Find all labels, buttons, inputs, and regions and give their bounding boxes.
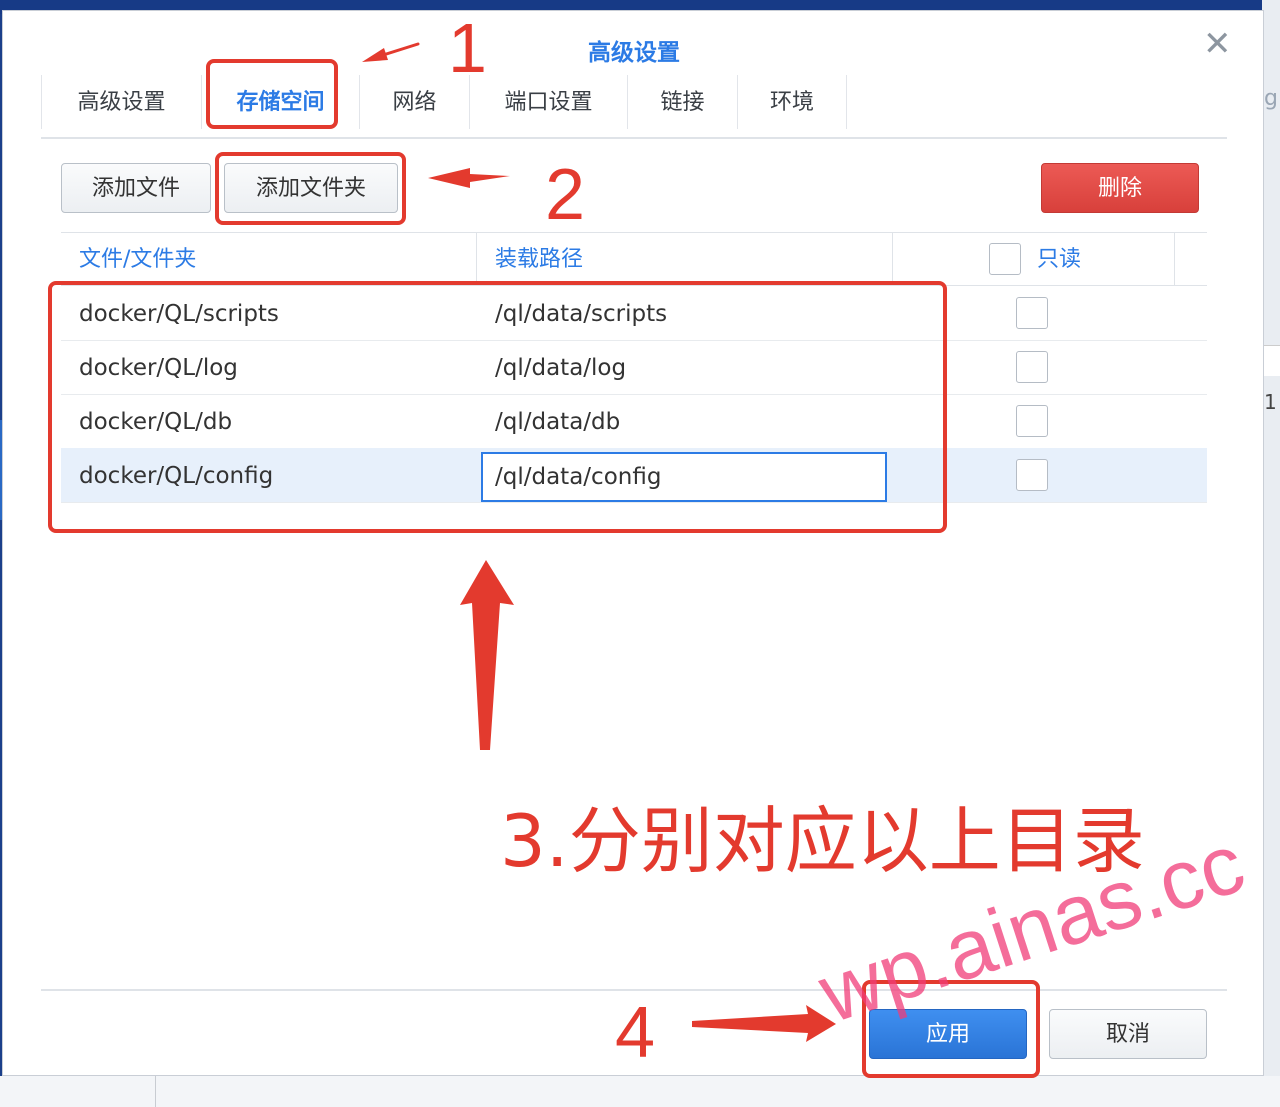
cancel-button[interactable]: 取消 bbox=[1049, 1009, 1207, 1059]
footer-divider bbox=[41, 989, 1227, 991]
column-readonly[interactable]: 只读 bbox=[893, 233, 1175, 285]
annotation-box-add-folder bbox=[215, 152, 406, 225]
dialog-title: 高级设置 bbox=[588, 40, 680, 66]
tab-links[interactable]: 链接 bbox=[627, 75, 737, 129]
readonly-checkbox[interactable] bbox=[1016, 297, 1048, 329]
tab-advanced[interactable]: 高级设置 bbox=[41, 75, 201, 129]
column-file[interactable]: 文件/文件夹 bbox=[61, 233, 477, 285]
background-glyph: g bbox=[1264, 86, 1278, 111]
background-number: 1 bbox=[1264, 390, 1277, 414]
background-window-edge: g 1 bbox=[1262, 0, 1280, 1107]
close-icon[interactable]: ✕ bbox=[1203, 27, 1232, 61]
table-header: 文件/文件夹 装载路径 只读 bbox=[61, 232, 1207, 286]
readonly-checkbox[interactable] bbox=[1016, 351, 1048, 383]
tabs-divider bbox=[41, 137, 1227, 139]
add-file-button[interactable]: 添加文件 bbox=[61, 163, 211, 213]
background-bottom bbox=[0, 1076, 1280, 1107]
readonly-checkbox[interactable] bbox=[1016, 459, 1048, 491]
tab-environment[interactable]: 环境 bbox=[737, 75, 847, 129]
column-readonly-label: 只读 bbox=[1037, 247, 1082, 272]
background-panel bbox=[1262, 345, 1280, 376]
annotation-number-1: 1 bbox=[448, 9, 487, 87]
annotation-number-4: 4 bbox=[615, 993, 656, 1073]
annotation-box-storage-tab bbox=[206, 59, 338, 129]
readonly-select-all-checkbox[interactable] bbox=[989, 243, 1021, 275]
annotation-number-2: 2 bbox=[545, 155, 586, 235]
annotation-box-table-rows bbox=[48, 281, 947, 533]
column-mount-path[interactable]: 装载路径 bbox=[477, 233, 893, 285]
delete-button[interactable]: 删除 bbox=[1041, 163, 1199, 213]
tab-ports[interactable]: 端口设置 bbox=[469, 75, 627, 129]
readonly-checkbox[interactable] bbox=[1016, 405, 1048, 437]
